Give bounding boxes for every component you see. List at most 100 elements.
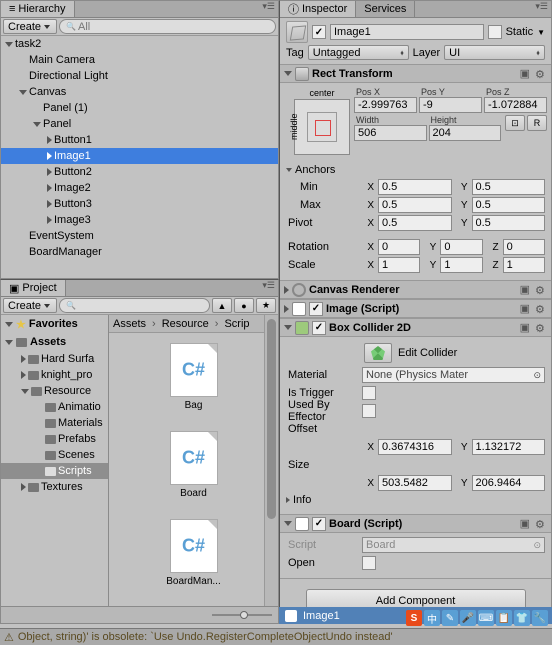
rect-transform-header[interactable]: Rect Transform ▣ [280, 65, 551, 83]
rot-y[interactable]: 0 [440, 239, 482, 255]
anchors-foldout[interactable]: Anchors [286, 162, 545, 178]
tag-dropdown[interactable]: Untagged [308, 45, 409, 60]
is-trigger-checkbox[interactable] [362, 386, 376, 400]
tray-icon[interactable]: 🎤 [460, 610, 476, 626]
project-search-input[interactable] [59, 298, 210, 313]
rot-x[interactable]: 0 [378, 239, 420, 255]
offset-y[interactable]: 1.132172 [472, 439, 546, 455]
tray-icon[interactable]: 👕 [514, 610, 530, 626]
help-icon[interactable]: ▣ [520, 302, 530, 315]
board-enabled-checkbox[interactable] [312, 517, 326, 531]
layer-dropdown[interactable]: UI [444, 45, 545, 60]
canvas-renderer-header[interactable]: Canvas Renderer ▣ [280, 281, 551, 299]
panel-menu-icon[interactable]: ▾☰ [259, 1, 278, 17]
gameobject-icon[interactable] [286, 21, 308, 43]
box-collider-enabled-checkbox[interactable] [312, 321, 326, 335]
scale-y[interactable]: 1 [440, 257, 482, 273]
hierarchy-item[interactable]: Directional Light [1, 68, 278, 84]
anchor-max-x[interactable]: 0.5 [378, 197, 452, 213]
folder-item[interactable]: Resource [1, 383, 108, 399]
rot-z[interactable]: 0 [503, 239, 545, 255]
tray-icon[interactable]: S [406, 610, 422, 626]
folder-item[interactable]: Scripts [1, 463, 108, 479]
project-tab[interactable]: ▣ Project [1, 280, 66, 296]
help-icon[interactable]: ▣ [520, 67, 530, 80]
pos-z-input[interactable]: -1.072884 [484, 97, 547, 113]
hierarchy-item[interactable]: Panel [1, 116, 278, 132]
tray-icon[interactable]: 中 [424, 610, 440, 626]
hierarchy-item[interactable]: Image2 [1, 180, 278, 196]
open-checkbox[interactable] [362, 556, 376, 570]
gear-icon[interactable] [535, 68, 547, 80]
tray-icon[interactable]: ⌨ [478, 610, 494, 626]
folder-item[interactable]: Textures [1, 479, 108, 495]
panel-menu-icon[interactable]: ▾☰ [259, 280, 278, 296]
board-script-header[interactable]: Board (Script) ▣ [280, 515, 551, 533]
gameobject-name-input[interactable]: Image1 [330, 24, 484, 40]
offset-x[interactable]: 0.3674316 [378, 439, 452, 455]
asset-item[interactable]: BoardMan... [164, 519, 224, 587]
tray-icon[interactable]: ✎ [442, 610, 458, 626]
gear-icon[interactable] [535, 303, 547, 315]
gear-icon[interactable] [535, 518, 547, 530]
blueprint-mode-button[interactable]: ⊡ [505, 115, 525, 131]
hierarchy-item[interactable]: BoardManager [1, 244, 278, 260]
hierarchy-item[interactable]: Button1 [1, 132, 278, 148]
folder-item[interactable]: Scenes [1, 447, 108, 463]
assets-root[interactable]: Assets [1, 333, 108, 351]
create-dropdown[interactable]: Create [3, 19, 57, 34]
image-component-header[interactable]: Image (Script) ▣ [280, 300, 551, 318]
hierarchy-item[interactable]: Image1 [1, 148, 278, 164]
material-field[interactable]: None (Physics Mater [362, 367, 545, 383]
pivot-y[interactable]: 0.5 [472, 215, 546, 231]
size-y[interactable]: 206.9464 [472, 475, 546, 491]
asset-item[interactable]: Board [164, 431, 224, 499]
folder-item[interactable]: knight_pro [1, 367, 108, 383]
raw-edit-button[interactable]: R [527, 115, 547, 131]
info-foldout[interactable]: Info [286, 492, 545, 508]
label-filter-icon[interactable]: ● [234, 298, 254, 313]
help-icon[interactable]: ▣ [520, 283, 530, 296]
hierarchy-item[interactable]: Panel (1) [1, 100, 278, 116]
pos-y-input[interactable]: -9 [419, 97, 482, 113]
scrollbar[interactable] [264, 315, 278, 606]
help-icon[interactable]: ▣ [520, 321, 530, 334]
anchor-min-y[interactable]: 0.5 [472, 179, 546, 195]
anchor-max-y[interactable]: 0.5 [472, 197, 546, 213]
folder-item[interactable]: Hard Surfa [1, 351, 108, 367]
hierarchy-tab[interactable]: ≡ Hierarchy [1, 1, 75, 17]
tray-icon[interactable]: 📋 [496, 610, 512, 626]
hierarchy-item[interactable]: Canvas [1, 84, 278, 100]
script-field[interactable]: Board [362, 537, 545, 553]
gear-icon[interactable] [535, 284, 547, 296]
hierarchy-item[interactable]: task2 [1, 36, 278, 52]
breadcrumb-item[interactable]: Resource [162, 318, 209, 330]
folder-item[interactable]: Prefabs [1, 431, 108, 447]
asset-item[interactable]: Bag [164, 343, 224, 411]
icon-size-slider[interactable] [212, 611, 272, 619]
edit-collider-button[interactable] [364, 343, 392, 363]
tray-icon[interactable]: 🔧 [532, 610, 548, 626]
scale-z[interactable]: 1 [503, 257, 545, 273]
panel-menu-icon[interactable]: ▾☰ [532, 1, 551, 17]
height-input[interactable]: 204 [429, 125, 502, 141]
box-collider-header[interactable]: Box Collider 2D ▣ [280, 319, 551, 337]
size-x[interactable]: 503.5482 [378, 475, 452, 491]
pos-x-input[interactable]: -2.999763 [354, 97, 417, 113]
hierarchy-item[interactable]: Button3 [1, 196, 278, 212]
inspector-tab[interactable]: ⓘInspector [280, 1, 356, 17]
favorite-filter-icon[interactable]: ★ [256, 298, 276, 313]
pivot-x[interactable]: 0.5 [378, 215, 452, 231]
folder-item[interactable]: Materials [1, 415, 108, 431]
width-input[interactable]: 506 [354, 125, 427, 141]
folder-item[interactable]: Animatio [1, 399, 108, 415]
project-create-dropdown[interactable]: Create [3, 298, 57, 313]
hierarchy-search-input[interactable]: All [59, 19, 276, 34]
static-checkbox[interactable] [488, 25, 502, 39]
static-dropdown-icon[interactable]: ▼ [537, 28, 545, 37]
hierarchy-item[interactable]: Main Camera [1, 52, 278, 68]
hierarchy-item[interactable]: Image3 [1, 212, 278, 228]
breadcrumb[interactable]: AssetsResourceScrip [109, 315, 278, 333]
status-bar[interactable]: ⚠ Object, string)' is obsolete: `Use Und… [0, 628, 552, 645]
favorites-header[interactable]: ★Favorites [1, 315, 108, 333]
